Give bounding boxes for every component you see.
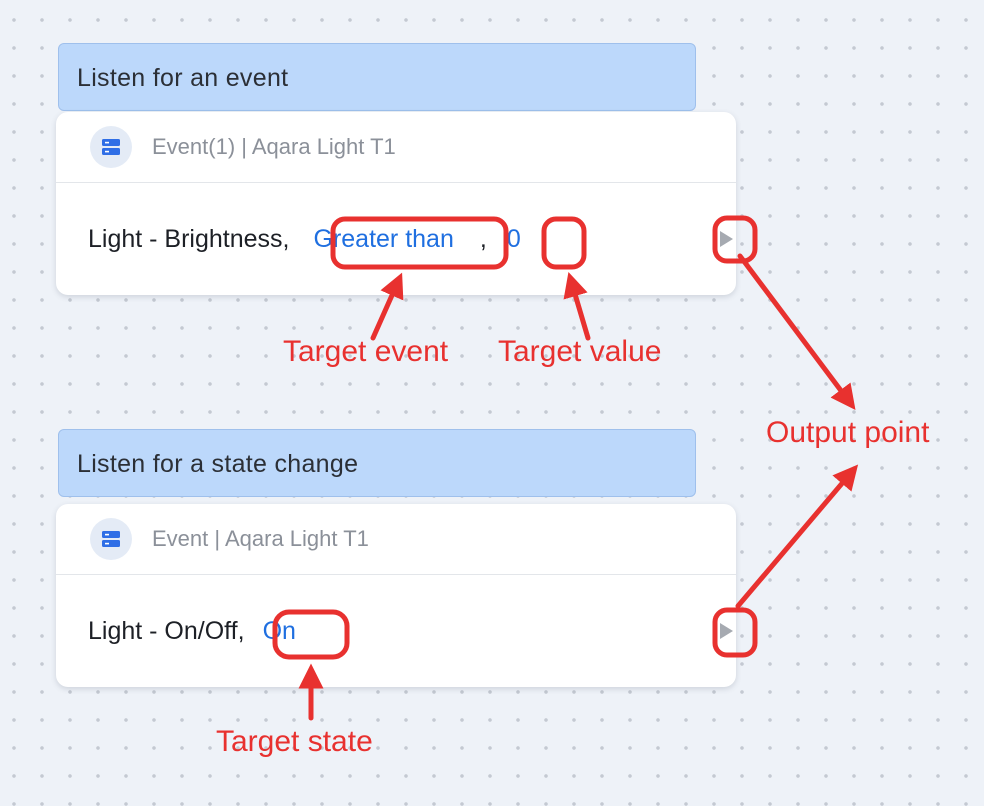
- output-point-icon[interactable]: [716, 229, 736, 249]
- device-icon: [90, 126, 132, 168]
- value-input[interactable]: 0: [507, 225, 521, 254]
- property-label: Light - On/Off,: [88, 616, 245, 645]
- annotation-target-event: Target event: [283, 335, 449, 368]
- state-condition-row: Light - On/Off, On: [56, 575, 736, 687]
- event-block-header[interactable]: Listen for an event: [58, 43, 696, 111]
- device-title: Event(1) | Aqara Light T1: [152, 134, 396, 159]
- annotation-output-point: Output point: [766, 416, 930, 449]
- property-label: Light - Brightness,: [88, 224, 290, 253]
- annotation-target-value: Target value: [498, 335, 662, 368]
- state-block-title: Listen for a state change: [77, 450, 359, 478]
- event-block-title: Listen for an event: [77, 64, 289, 92]
- value-separator: ,: [479, 224, 487, 253]
- output-point-icon[interactable]: [716, 621, 736, 641]
- state-select[interactable]: On: [263, 617, 296, 646]
- state-node-device-row: Event | Aqara Light T1: [56, 504, 736, 575]
- arrow-output-2: [735, 464, 859, 609]
- device-title: Event | Aqara Light T1: [152, 526, 369, 551]
- event-node-device-row: Event(1) | Aqara Light T1: [56, 112, 736, 183]
- event-condition-row: Light - Brightness, Greater than , 0: [56, 183, 736, 295]
- state-node-card[interactable]: Event | Aqara Light T1 Light - On/Off, O…: [56, 504, 736, 687]
- device-icon: [90, 518, 132, 560]
- event-node-card[interactable]: Event(1) | Aqara Light T1 Light - Bright…: [56, 112, 736, 295]
- annotation-target-state: Target state: [216, 725, 373, 758]
- arrow-output-1: [737, 253, 856, 410]
- condition-select[interactable]: Greater than: [314, 225, 454, 254]
- state-block-header[interactable]: Listen for a state change: [58, 429, 696, 497]
